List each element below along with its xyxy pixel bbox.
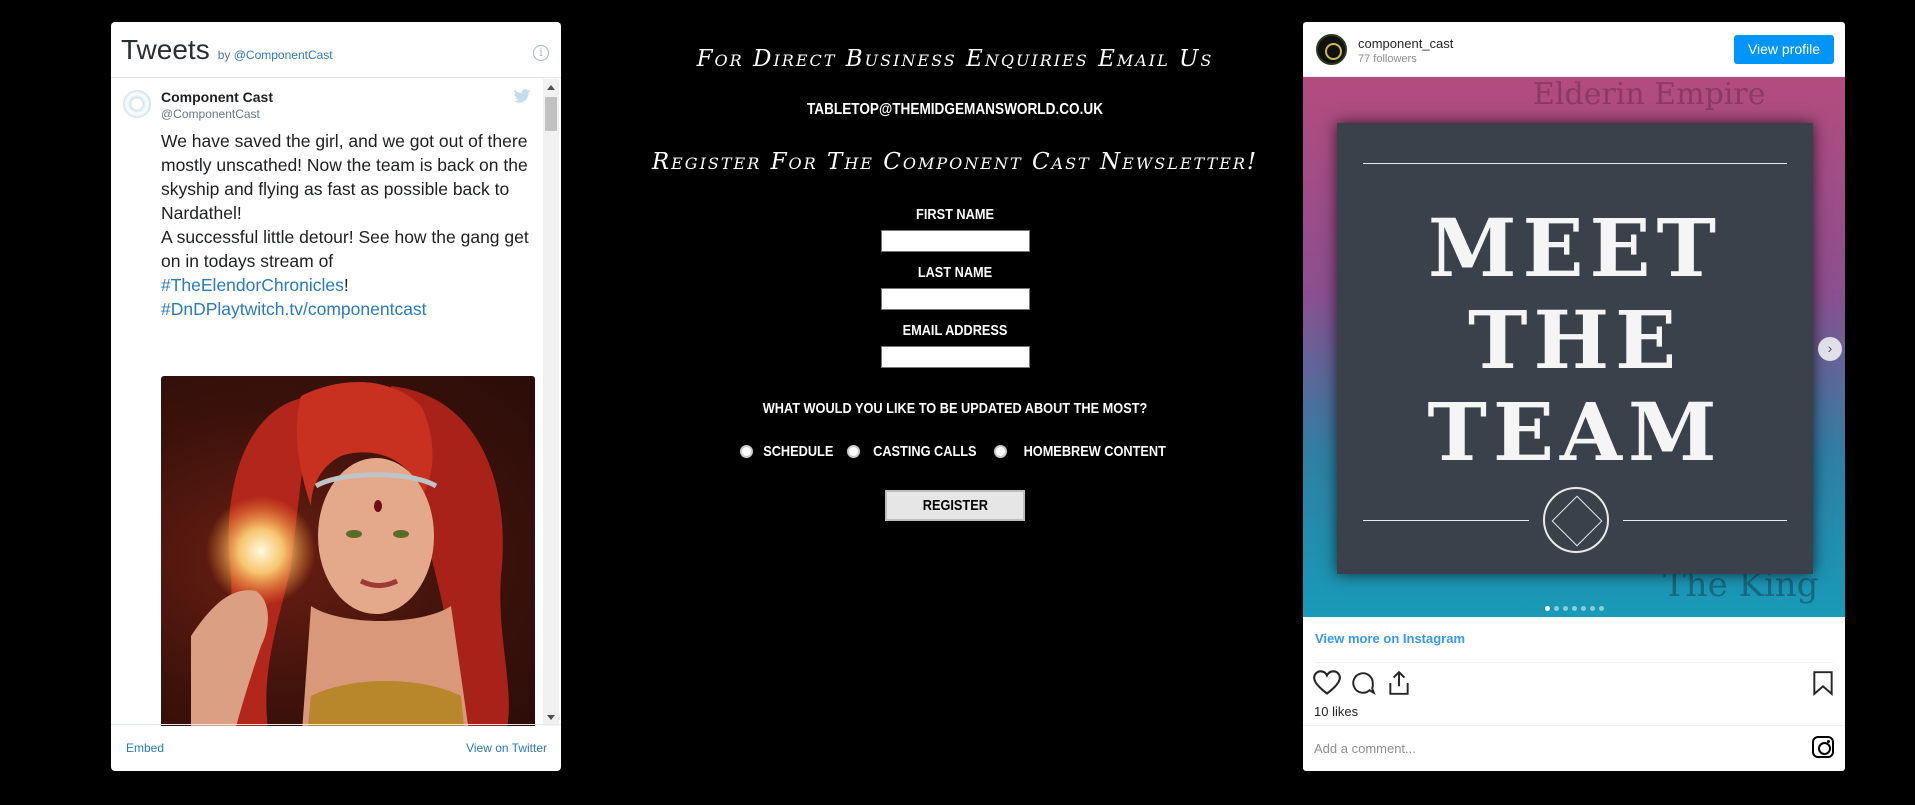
radio-casting-calls[interactable] [847,445,861,458]
update-preference-question: WHAT WOULD YOU LIKE TO BE UPDATED ABOUT … [762,400,1148,417]
card-word-2: THE [1467,293,1683,387]
like-count: 10 likes [1314,704,1359,719]
newsletter-heading: Register For The Component Cast Newslett… [651,149,1259,175]
tweet-author-handle[interactable]: @ComponentCast [161,107,260,121]
divider [1363,163,1787,164]
radio-homebrew-content[interactable] [993,445,1007,458]
instagram-header: component_cast 77 followers View profile [1303,22,1845,77]
divider [1315,662,1833,663]
divider [1363,520,1529,521]
info-icon[interactable]: i [533,45,549,61]
carousel-dots [1303,598,1845,616]
view-profile-button[interactable]: View profile [1734,35,1834,64]
scroll-down-icon[interactable] [547,715,555,720]
twitter-timeline-widget: Tweets by @ComponentCast i Component Cas… [111,22,561,771]
map-text-top: Elderin Empire [1533,77,1766,112]
twitter-footer: Embed View on Twitter [111,724,561,771]
tweet-paragraph-1: We have saved the girl, and we got out o… [161,131,528,223]
contact-email[interactable]: TABLETOP@THEMIDGEMANSWORLD.CO.UK [636,101,1274,119]
update-preference-options: SCHEDULE CASTING CALLS HOMEBREW CONTENT [580,443,1330,460]
by-prefix: by [217,47,231,62]
instagram-logo-icon[interactable] [1812,736,1834,758]
character-illustration [191,382,509,726]
post-actions [1311,670,1837,700]
last-name-field[interactable] [881,288,1030,310]
divider [1303,725,1845,726]
add-comment-field[interactable]: Add a comment... [1314,741,1416,756]
view-on-twitter-link[interactable]: View on Twitter [466,741,547,755]
carousel-dot [1580,606,1586,611]
carousel-dot [1562,606,1568,611]
register-button[interactable]: REGISTER [885,490,1025,521]
avatar[interactable] [1316,34,1347,65]
comment-icon[interactable] [1349,670,1377,696]
register-button-label: REGISTER [922,497,988,514]
twitter-bird-icon[interactable] [513,89,531,103]
business-enquiries-heading: For Direct Business Enquiries Email Us [696,46,1214,72]
timeline-by: by @ComponentCast [218,48,333,62]
email-field[interactable] [881,346,1030,368]
carousel-dot [1553,606,1559,611]
tweet-list[interactable]: Component Cast @ComponentCast We have sa… [111,79,561,726]
tweet-paragraph-2-text: A successful little detour! See how the … [161,227,529,271]
emblem-icon [1543,487,1609,553]
carousel-dot [1571,606,1577,611]
option-casting-calls-label[interactable]: CASTING CALLS [873,443,976,460]
stream-link[interactable]: #DnDPlaytwitch.tv/componentcast [161,299,427,319]
carousel-dot [1598,606,1604,611]
timeline-handle-link[interactable]: @ComponentCast [234,48,333,62]
instagram-username[interactable]: component_cast [1358,36,1453,51]
email-address-label: EMAIL ADDRESS [902,322,1008,339]
option-schedule-label[interactable]: SCHEDULE [763,443,833,460]
tweet-image[interactable] [161,376,535,726]
scrollbar-thumb[interactable] [545,97,557,131]
card-word-3: TEAM [1427,385,1723,479]
instagram-embed: component_cast 77 followers View profile… [1303,22,1845,771]
instagram-post-image[interactable]: Elderin Empire The King MEET THE TEAM › [1303,77,1845,617]
meet-the-team-card: MEET THE TEAM [1337,123,1813,574]
heart-icon[interactable] [1313,670,1341,696]
scrollbar[interactable] [543,79,559,726]
card-word-1: MEET [1427,201,1723,295]
carousel-dot [1544,606,1550,611]
option-homebrew-content-label[interactable]: HOMEBREW CONTENT [1023,443,1165,460]
embed-link[interactable]: Embed [126,741,164,755]
last-name-label: LAST NAME [917,264,993,281]
tweet-text: We have saved the girl, and we got out o… [161,129,536,321]
newsletter-section: For Direct Business Enquiries Email Us T… [580,0,1330,805]
first-name-field[interactable] [881,230,1030,252]
bookmark-icon[interactable] [1811,670,1835,696]
tweet-paragraph-2: A successful little detour! See how the … [161,225,536,321]
twitter-header: Tweets by @ComponentCast i [111,22,561,78]
view-more-link[interactable]: View more on Instagram [1315,631,1465,646]
hashtag-suffix: ! [343,275,349,295]
share-icon[interactable] [1385,670,1413,696]
first-name-label: FIRST NAME [916,206,994,223]
avatar[interactable] [123,90,151,118]
carousel-dot [1589,606,1595,611]
hashtag-link[interactable]: #TheElendorChronicles [161,275,344,295]
carousel-next-icon[interactable]: › [1818,337,1842,361]
divider [1623,520,1787,521]
timeline-title: Tweets [121,33,210,65]
radio-schedule[interactable] [739,445,753,458]
follower-count: 77 followers [1358,53,1417,65]
scroll-up-icon[interactable] [547,85,555,90]
tweet-author-name[interactable]: Component Cast [161,89,273,105]
